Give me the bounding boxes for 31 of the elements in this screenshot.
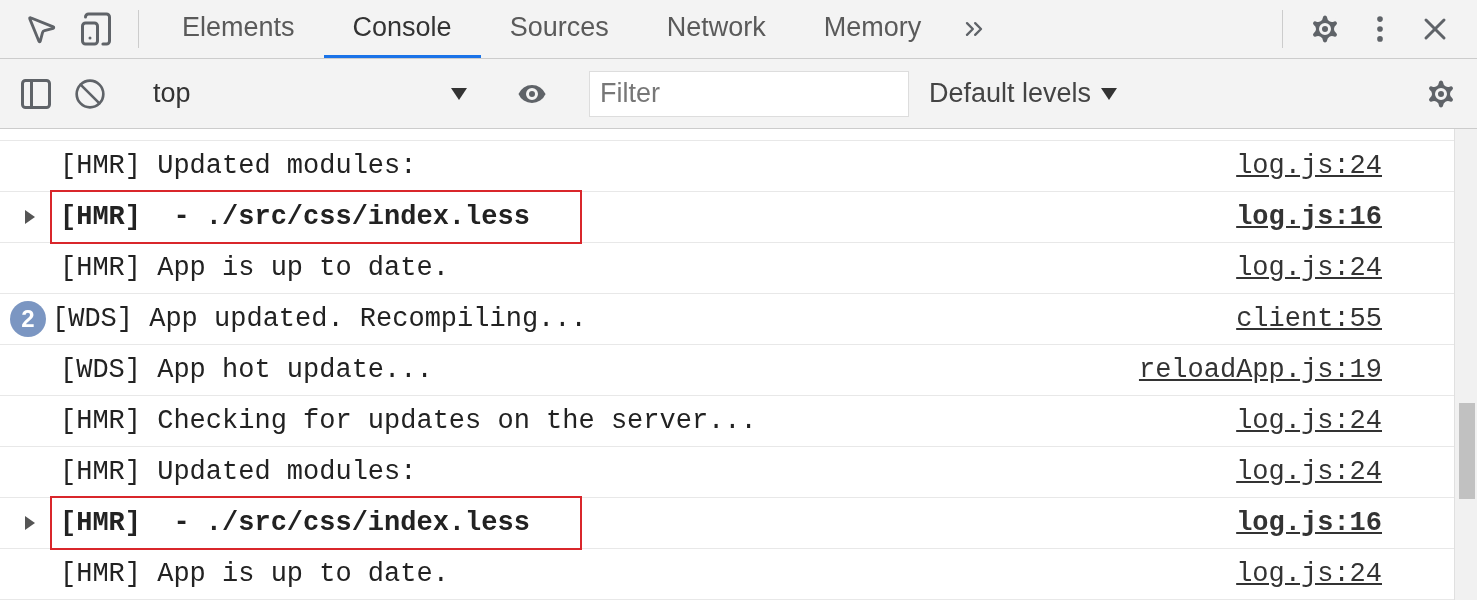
panel-tab[interactable]: Memory bbox=[794, 0, 951, 58]
expand-triangle-icon[interactable] bbox=[24, 515, 36, 531]
source-link[interactable]: client:55 bbox=[1236, 304, 1382, 334]
levels-dropdown[interactable]: Default levels bbox=[909, 78, 1138, 109]
caret-icon bbox=[451, 87, 467, 100]
source-link[interactable]: log.js:24 bbox=[1236, 151, 1382, 181]
log-message: [HMR] App is up to date. bbox=[60, 559, 449, 589]
log-message: [WDS] App updated. Recompiling... bbox=[52, 304, 587, 334]
log-message: [HMR] - ./src/css/index.less bbox=[50, 496, 582, 550]
log-message: [HMR] - ./src/css/index.less bbox=[50, 190, 582, 244]
expand-triangle-icon[interactable] bbox=[24, 209, 36, 225]
log-message: [HMR] Updated modules: bbox=[60, 457, 417, 487]
source-link[interactable]: log.js:16 bbox=[1236, 508, 1382, 538]
filter-field[interactable]: Filter bbox=[589, 70, 909, 117]
panel-tab[interactable]: Elements bbox=[153, 0, 324, 58]
source-link[interactable]: log.js:24 bbox=[1236, 457, 1382, 487]
source-link[interactable]: reloadApp.js:19 bbox=[1138, 355, 1382, 385]
panel-tab[interactable]: Sources bbox=[480, 0, 638, 58]
log-message: [HMR] Checking for updates on the server... bbox=[60, 406, 757, 436]
log-message: [HMR] App is up to date. bbox=[60, 253, 449, 283]
panel-tab[interactable]: Network bbox=[637, 0, 795, 58]
log-message: [HMR] Updated modules: bbox=[60, 151, 417, 181]
source-link[interactable]: log.js:24 bbox=[1236, 406, 1382, 436]
caret-icon bbox=[1101, 87, 1118, 100]
repeat-count: 2 bbox=[10, 301, 46, 337]
source-link[interactable]: log.js:16 bbox=[1236, 202, 1382, 232]
source-link[interactable]: log.js:24 bbox=[1236, 253, 1382, 283]
scrollbar[interactable] bbox=[1454, 129, 1477, 600]
context-select[interactable]: top bbox=[145, 78, 475, 109]
source-link[interactable]: log.js:24 bbox=[1236, 559, 1382, 589]
log-message: [WDS] App hot update... bbox=[60, 355, 433, 385]
